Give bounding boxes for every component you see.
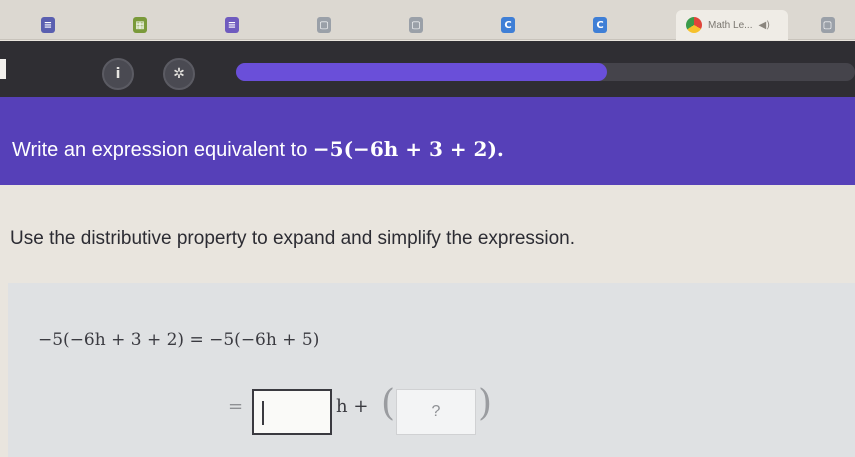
settings-button[interactable]: ✲: [163, 58, 195, 90]
c-app-icon: C: [501, 17, 515, 33]
list-doc-icon: ≡: [41, 17, 55, 33]
lesson-toolbar: i ✲: [0, 41, 855, 97]
c-app-icon: C: [593, 17, 607, 33]
browser-tab-3[interactable]: ≡: [186, 10, 278, 40]
variable-plus: h +: [336, 396, 369, 417]
browser-tab-1[interactable]: ≡: [2, 10, 94, 40]
browser-tab-8[interactable]: ▢: [800, 10, 855, 40]
question-banner: Write an expression equivalent to −5(−6h…: [0, 97, 855, 185]
gear-icon: ✲: [173, 66, 185, 82]
question-text: Write an expression equivalent to −5(−6h…: [12, 137, 504, 162]
browser-tab-2[interactable]: ▦: [94, 10, 186, 40]
toolbar-edge-mark: [0, 59, 6, 79]
instruction-text: Use the distributive property to expand …: [10, 228, 576, 249]
coefficient-input[interactable]: [252, 389, 332, 435]
slides-icon: ▢: [409, 17, 423, 33]
question-expression: −5(−6h + 3 + 2).: [312, 137, 504, 161]
constant-input[interactable]: ?: [396, 389, 476, 435]
slides-icon: ▢: [317, 17, 331, 33]
browser-tab-4[interactable]: ▢: [278, 10, 370, 40]
close-paren: ): [478, 383, 493, 424]
chrome-logo-icon: [686, 17, 702, 33]
open-paren: (: [381, 383, 396, 424]
progress-bar: [236, 63, 855, 81]
work-line-1: −5(−6h + 3 + 2) = −5(−6h + 5): [38, 330, 320, 350]
equals-sign: =: [228, 396, 244, 417]
speaker-icon[interactable]: ◀): [758, 20, 770, 31]
progress-fill: [236, 63, 608, 81]
slides-icon: ▢: [820, 17, 835, 33]
text-caret: [262, 401, 264, 425]
tab-title: Math Le...: [708, 19, 753, 31]
forms-icon: ≡: [225, 17, 239, 33]
question-prompt: Write an expression equivalent to: [12, 139, 308, 161]
browser-tab-6[interactable]: C: [462, 10, 554, 40]
browser-tab-5[interactable]: ▢: [370, 10, 462, 40]
browser-tab-active[interactable]: Math Le... ◀): [676, 10, 788, 40]
browser-tab-7[interactable]: C: [554, 10, 646, 40]
info-button[interactable]: i: [102, 58, 134, 90]
info-icon: i: [115, 66, 121, 82]
classroom-icon: ▦: [133, 17, 147, 33]
browser-tab-strip: ≡ ▦ ≡ ▢ ▢ C C Math Le... ◀) ▢: [0, 0, 855, 40]
